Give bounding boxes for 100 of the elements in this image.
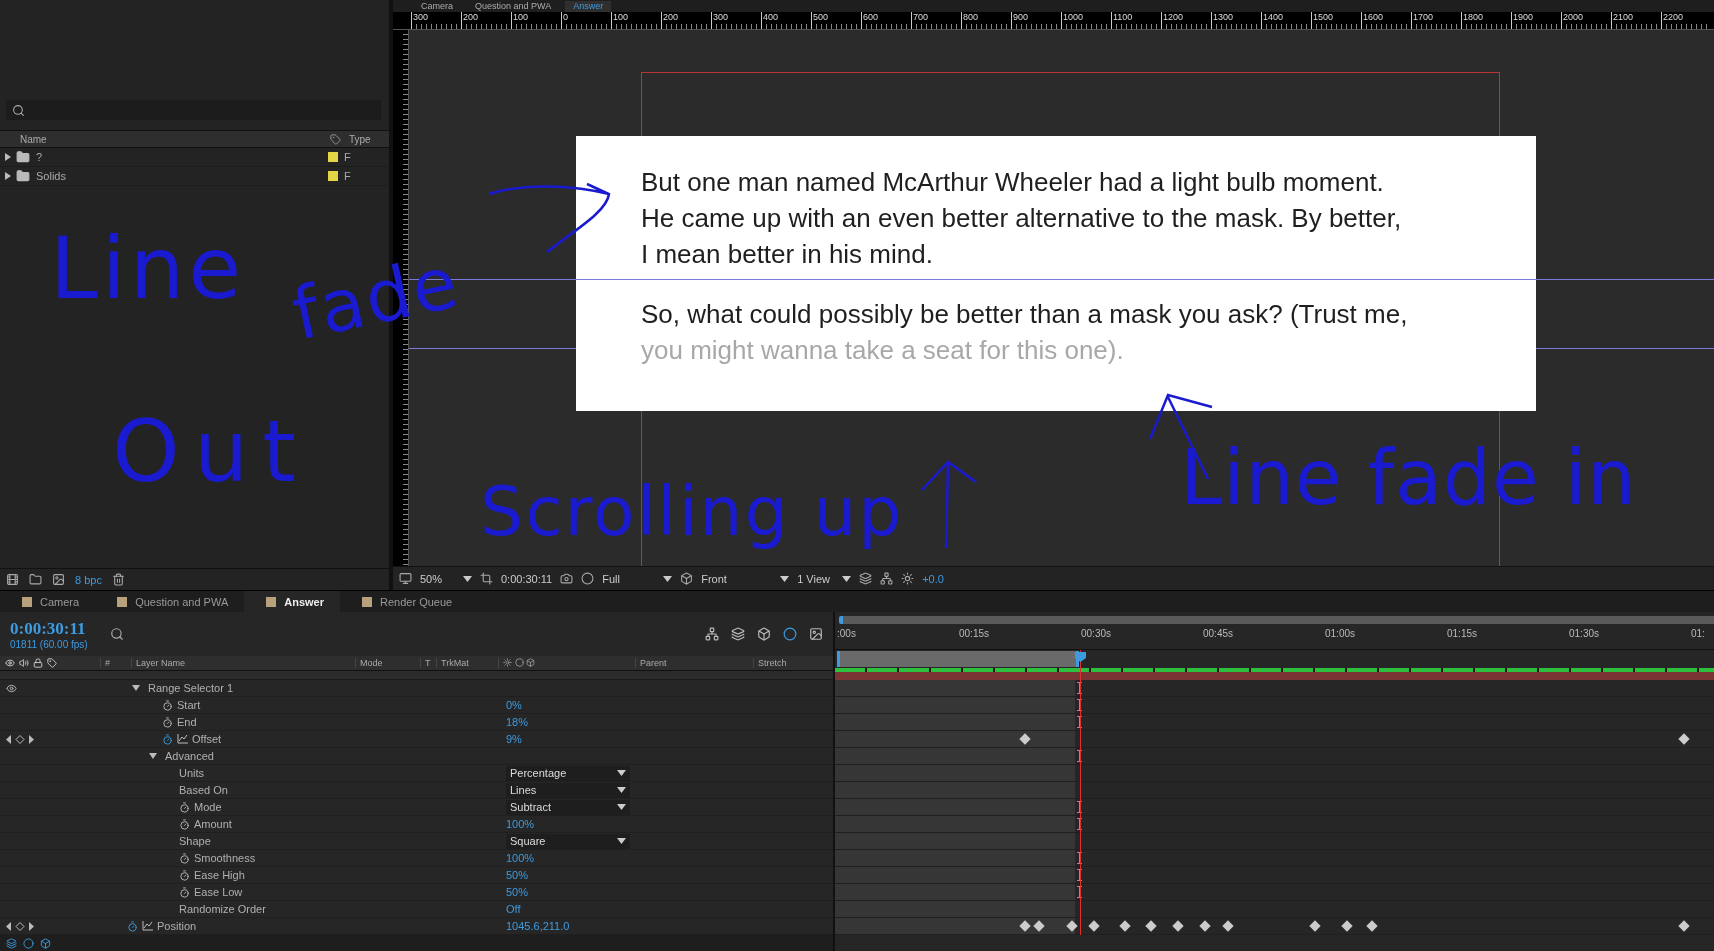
property-name[interactable]: Ease High — [194, 869, 245, 881]
trash-icon[interactable] — [111, 573, 125, 586]
flowchart-icon[interactable] — [705, 627, 719, 641]
channel-icon[interactable] — [581, 572, 595, 585]
eye-icon[interactable] — [5, 658, 15, 668]
view-dropdown[interactable]: Front — [701, 572, 790, 585]
stopwatch-icon[interactable] — [179, 886, 190, 898]
stopwatch-icon[interactable] — [162, 733, 173, 745]
keyframe[interactable] — [1341, 920, 1353, 932]
exposure-icon[interactable] — [901, 572, 915, 585]
keyframe[interactable] — [1033, 920, 1045, 932]
switch-icon[interactable] — [514, 657, 524, 667]
exposure-value[interactable]: +0.0 — [922, 572, 944, 585]
property-dropdown[interactable]: Square — [506, 833, 630, 849]
switch-icon[interactable] — [503, 657, 512, 667]
property-name[interactable]: Start — [177, 699, 201, 711]
keyframe[interactable] — [1145, 920, 1157, 932]
keyframe-navigator[interactable] — [6, 734, 34, 744]
property-value[interactable]: 50% — [506, 869, 529, 881]
column-header[interactable]: TrkMat — [436, 658, 498, 668]
property-name[interactable]: Shape — [179, 835, 211, 847]
folder-icon[interactable] — [29, 573, 42, 586]
property-name[interactable]: Offset — [192, 733, 222, 745]
keyframe[interactable] — [1678, 733, 1690, 745]
interpret-icon[interactable] — [6, 573, 19, 586]
bit-depth-button[interactable]: 8 bpc — [75, 573, 102, 586]
property-name[interactable]: Range Selector 1 — [148, 682, 233, 694]
timeline-tab[interactable]: Render Queue — [340, 590, 469, 613]
snapshot-icon[interactable] — [560, 572, 574, 585]
property-value[interactable]: 100% — [506, 818, 535, 830]
stopwatch-icon[interactable] — [179, 869, 190, 881]
property-value[interactable]: 1045.6,211.0 — [506, 920, 570, 932]
property-value[interactable]: Off — [506, 903, 521, 915]
keyframe[interactable] — [1309, 920, 1321, 932]
property-dropdown[interactable]: Subtract — [506, 799, 630, 815]
keyframe[interactable] — [1222, 920, 1234, 932]
current-time[interactable]: 0:00:30:11 — [10, 618, 88, 639]
monitor-icon[interactable] — [399, 572, 412, 585]
column-header[interactable]: Type — [341, 133, 371, 145]
viewer-tab[interactable]: Camera — [413, 1, 461, 12]
zoom-dropdown[interactable]: 50% — [420, 572, 472, 585]
timeline-tab[interactable]: Question and PWA — [95, 590, 245, 613]
stopwatch-icon[interactable] — [179, 852, 190, 864]
property-value[interactable]: 0% — [506, 699, 522, 711]
graph-icon[interactable] — [142, 921, 153, 931]
viewer-tab[interactable]: Answer — [565, 1, 612, 12]
property-name[interactable]: Advanced — [165, 750, 214, 762]
keyframe[interactable] — [1678, 920, 1690, 932]
resolution-dropdown[interactable]: Full — [602, 572, 673, 585]
property-value[interactable]: 100% — [506, 852, 535, 864]
property-dropdown[interactable]: Percentage — [506, 765, 630, 781]
stopwatch-icon[interactable] — [162, 716, 173, 728]
timeline-tab[interactable]: Answer — [244, 590, 340, 613]
item-name[interactable]: Solids — [30, 170, 328, 182]
layers-icon[interactable] — [859, 572, 873, 585]
layout-dropdown[interactable]: 1 View — [797, 572, 852, 585]
column-header[interactable]: Stretch — [753, 658, 813, 668]
column-header[interactable]: Mode — [355, 658, 420, 668]
keyframe[interactable] — [1088, 920, 1100, 932]
item-name[interactable]: ? — [30, 151, 328, 163]
keyframe[interactable] — [1019, 733, 1031, 745]
property-name[interactable]: Smoothness — [194, 852, 256, 864]
stopwatch-icon[interactable] — [179, 801, 190, 813]
stopwatch-icon[interactable] — [162, 699, 173, 711]
tag-icon[interactable] — [47, 658, 57, 668]
keyframe[interactable] — [1199, 920, 1211, 932]
property-value[interactable]: 50% — [506, 886, 529, 898]
playhead-handle[interactable] — [1075, 652, 1086, 662]
circle-icon[interactable] — [23, 937, 34, 949]
expand-triangle[interactable] — [149, 752, 157, 760]
region-icon[interactable] — [680, 572, 694, 585]
keyframe[interactable] — [1119, 920, 1131, 932]
current-time[interactable]: 0:00:30:11 — [501, 572, 553, 585]
timeline-tab[interactable]: Camera — [0, 590, 96, 613]
search-icon[interactable] — [109, 627, 124, 641]
lock-icon[interactable] — [33, 658, 43, 668]
label-swatch[interactable] — [328, 152, 338, 162]
layers-icon[interactable] — [6, 937, 17, 949]
property-name[interactable]: Units — [179, 767, 205, 779]
speaker-icon[interactable] — [19, 658, 29, 668]
keyframe[interactable] — [1019, 920, 1031, 932]
property-value[interactable]: 9% — [506, 733, 522, 745]
column-header[interactable]: Layer Name — [131, 658, 355, 668]
property-name[interactable]: End — [177, 716, 197, 728]
box-icon[interactable] — [757, 627, 771, 641]
column-header[interactable]: # — [100, 658, 131, 668]
property-name[interactable]: Amount — [194, 818, 232, 830]
viewer-tab[interactable]: Question and PWA — [467, 1, 560, 12]
keyframe[interactable] — [1366, 920, 1378, 932]
column-header[interactable]: Name — [0, 133, 330, 145]
stopwatch-icon[interactable] — [179, 818, 190, 830]
property-name[interactable]: Based On — [179, 784, 228, 796]
property-name[interactable]: Mode — [194, 801, 222, 813]
keyframe-navigator[interactable] — [6, 921, 34, 931]
search-field[interactable] — [6, 100, 381, 120]
keyframe[interactable] — [1172, 920, 1184, 932]
property-name[interactable]: Randomize Order — [179, 903, 266, 915]
keyframe[interactable] — [1066, 920, 1078, 932]
layers-icon[interactable] — [731, 627, 745, 641]
eye-icon[interactable] — [6, 682, 17, 694]
